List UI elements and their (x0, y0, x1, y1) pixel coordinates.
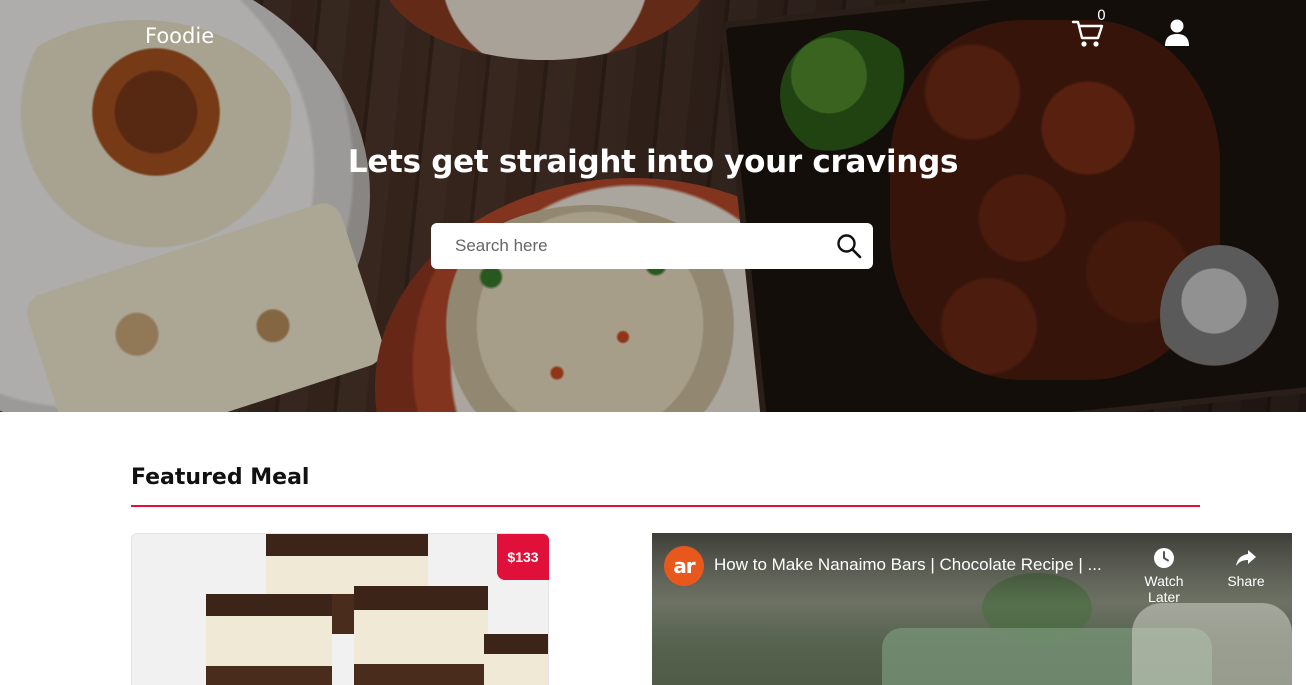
clock-icon (1154, 548, 1174, 568)
search-box (431, 223, 873, 269)
price-badge: $133 (497, 534, 549, 580)
video-title[interactable]: How to Make Nanaimo Bars | Chocolate Rec… (714, 555, 1102, 575)
share-label: Share (1227, 573, 1265, 589)
watch-later-button[interactable]: Watch Later (1129, 547, 1199, 605)
channel-logo[interactable]: ar (664, 546, 704, 586)
share-button[interactable]: Share (1211, 547, 1281, 589)
cart-count-badge: 0 (1097, 8, 1106, 24)
hero-banner (0, 0, 1306, 412)
section-divider (131, 505, 1200, 507)
hero-title: Lets get straight into your cravings (347, 144, 959, 180)
nanaimo-bar-image (484, 634, 548, 685)
featured-meal-card[interactable] (131, 533, 549, 685)
nanaimo-bar-image (206, 594, 332, 685)
user-icon[interactable] (1163, 18, 1191, 48)
search-input[interactable] (455, 233, 815, 259)
hero-overlay (0, 0, 1306, 412)
search-icon[interactable] (836, 233, 862, 259)
brand-logo[interactable]: Foodie (145, 24, 214, 48)
watch-later-label: Watch Later (1144, 573, 1184, 605)
share-icon (1236, 550, 1256, 566)
section-title: Featured Meal (131, 465, 310, 490)
video-thumbnail (1132, 603, 1292, 685)
video-player[interactable]: ar How to Make Nanaimo Bars | Chocolate … (652, 533, 1292, 685)
nanaimo-bar-image (354, 586, 488, 685)
